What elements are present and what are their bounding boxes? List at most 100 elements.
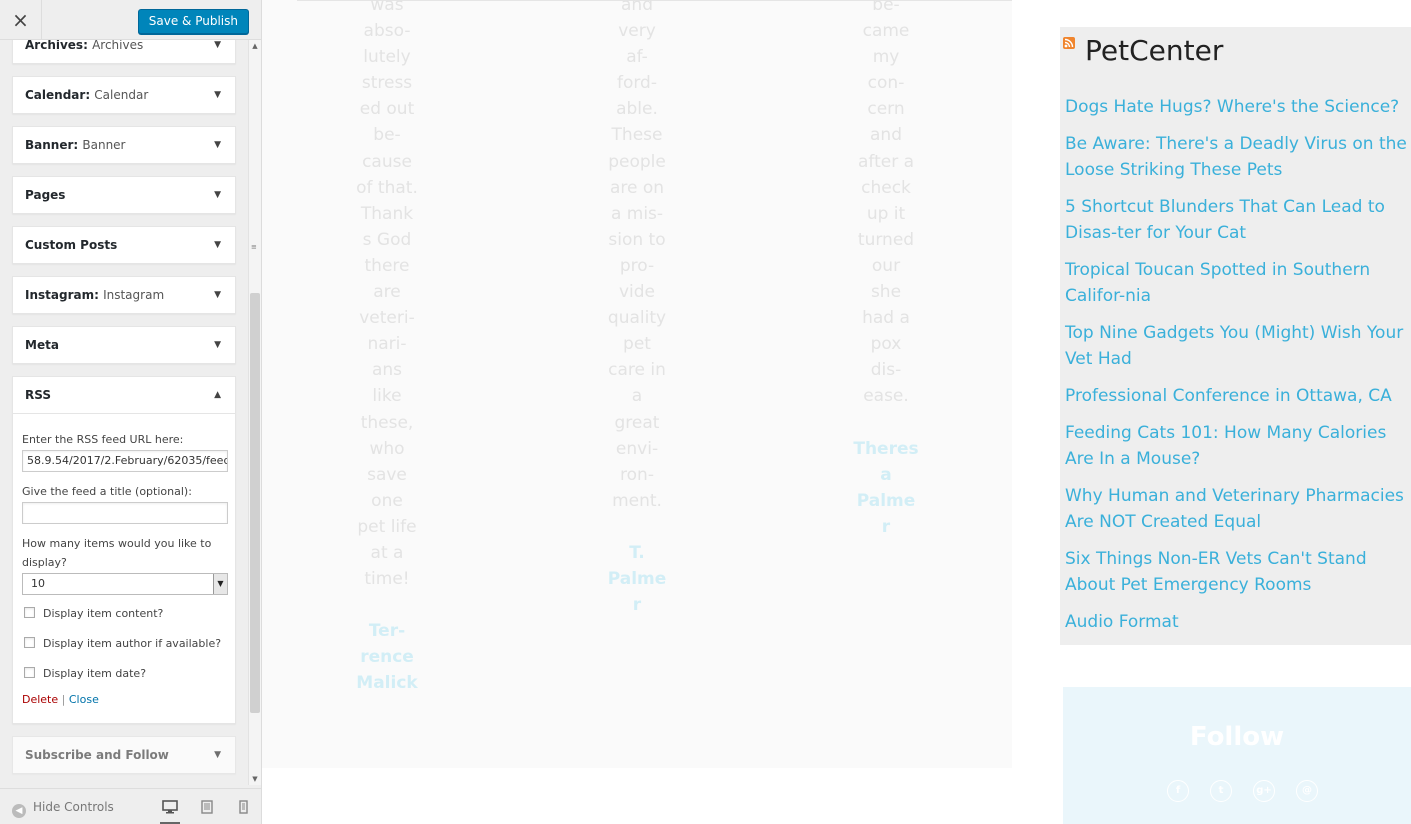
scroll-up-icon[interactable]: ▲ xyxy=(249,42,261,50)
feed-title-input[interactable] xyxy=(22,502,228,524)
follow-section: Follow f t g+ @ xyxy=(1063,687,1411,824)
testimonial-text-line: quality xyxy=(607,308,667,329)
testimonial-author[interactable]: a xyxy=(853,462,919,488)
email-icon[interactable]: @ xyxy=(1296,780,1318,802)
item-date-checkbox[interactable] xyxy=(24,667,35,678)
widget-banner[interactable]: Banner: Banner ▼ xyxy=(12,126,236,164)
widget-calendar[interactable]: Calendar: Calendar ▼ xyxy=(12,76,236,114)
desktop-preview-button[interactable] xyxy=(160,789,180,824)
widget-title: Meta xyxy=(25,338,59,352)
close-widget-link[interactable]: Close xyxy=(69,693,99,706)
widget-meta[interactable]: Meta ▼ xyxy=(12,326,236,364)
chevron-down-icon[interactable]: ▼ xyxy=(214,77,221,114)
testimonial-text-line: who xyxy=(369,438,405,459)
rss-item-link[interactable]: Professional Conference in Ottawa, CA xyxy=(1065,383,1411,409)
rss-item-link[interactable]: Feeding Cats 101: How Many Calories Are … xyxy=(1065,420,1411,472)
option-item-date[interactable]: Display item date? xyxy=(22,659,226,689)
testimonial-text-line: time! xyxy=(364,569,410,590)
testimonial-text-line: ed out xyxy=(359,99,415,120)
chevron-down-icon[interactable]: ▼ xyxy=(214,327,221,364)
rss-item-link[interactable]: Audio Format xyxy=(1065,609,1411,635)
facebook-icon[interactable]: f xyxy=(1167,780,1189,802)
testimonial-author[interactable]: rence xyxy=(354,644,420,670)
item-content-label: Display item content? xyxy=(43,607,164,620)
testimonial-text-line: a xyxy=(631,386,643,407)
follow-title: Follow xyxy=(1189,722,1285,752)
widget-subscribe-follow[interactable]: Subscribe and Follow ▼ xyxy=(12,736,236,774)
rss-url-input[interactable]: 58.9.54/2017/2.February/62035/feed xyxy=(22,450,228,472)
hide-controls-label: Hide Controls xyxy=(33,800,114,814)
option-item-content[interactable]: Display item content? xyxy=(22,599,226,629)
hide-controls-button[interactable]: ◀ Hide Controls xyxy=(12,789,114,824)
save-publish-button[interactable]: Save & Publish xyxy=(137,9,249,34)
chevron-down-icon[interactable]: ▼ xyxy=(214,277,221,314)
testimonial-card: and very af-ford-able. These people are on a m… xyxy=(604,0,670,618)
testimonial-card: was abso-lutely stress ed out be-cause of tha… xyxy=(354,0,420,697)
scrollbar-thumb[interactable] xyxy=(250,293,260,713)
testimonial-author[interactable]: Theres xyxy=(853,436,919,462)
dropdown-arrow-icon[interactable]: ▼ xyxy=(213,574,227,594)
tablet-preview-button[interactable] xyxy=(197,789,217,824)
item-author-label: Display item author if available? xyxy=(43,637,222,650)
widget-title: Subscribe and Follow xyxy=(25,748,169,762)
scroll-down-icon[interactable]: ▼ xyxy=(249,775,261,783)
testimonial-author[interactable]: r xyxy=(604,592,670,618)
testimonial-text-line: vide xyxy=(618,282,656,303)
widget-custom-posts[interactable]: Custom Posts ▼ xyxy=(12,226,236,264)
testimonial-text-line: pro- xyxy=(619,255,655,276)
testimonial-text-line: and xyxy=(621,0,653,15)
widget-instagram[interactable]: Instagram: Instagram ▼ xyxy=(12,276,236,314)
testimonial-text-line: envi- xyxy=(615,438,659,459)
rss-item-link[interactable]: 5 Shortcut Blunders That Can Lead to Dis… xyxy=(1065,194,1411,246)
testimonial-text-line: pet xyxy=(623,334,651,355)
sidebar-scrollbar[interactable]: ▲ ≡ ▼ xyxy=(248,40,261,785)
testimonial-author[interactable]: Malick xyxy=(354,670,420,696)
tablet-icon xyxy=(201,800,213,814)
rss-icon[interactable] xyxy=(1063,37,1075,49)
customizer-sidebar: × Save & Publish Archives: Archives ▼ Ca… xyxy=(0,0,262,824)
testimonial-text-line: abso- xyxy=(363,21,411,42)
rss-item-link[interactable]: Dogs Hate Hugs? Where's the Science? xyxy=(1065,94,1411,120)
rss-item-list: Dogs Hate Hugs? Where's the Science? Be A… xyxy=(1065,94,1411,646)
chevron-down-icon[interactable]: ▼ xyxy=(214,127,221,164)
rss-item-link[interactable]: Be Aware: There's a Deadly Virus on the … xyxy=(1065,131,1411,183)
rss-item-link[interactable]: Top Nine Gadgets You (Might) Wish Your V… xyxy=(1065,320,1411,372)
delete-widget-link[interactable]: Delete xyxy=(22,693,58,706)
widget-pages[interactable]: Pages ▼ xyxy=(12,176,236,214)
widget-title: RSS xyxy=(25,388,51,402)
testimonial-author[interactable]: Ter- xyxy=(354,618,420,644)
item-author-checkbox[interactable] xyxy=(24,637,35,648)
rss-widget-title[interactable]: PetCenter xyxy=(1085,37,1223,65)
testimonial-text-line: are on xyxy=(609,177,665,198)
rss-item-link[interactable]: Six Things Non-ER Vets Can't Stand About… xyxy=(1065,546,1411,598)
testimonial-text-line: cern xyxy=(867,99,905,120)
rss-widget-header[interactable]: RSS ▲ xyxy=(13,377,235,414)
chevron-up-icon[interactable]: ▲ xyxy=(214,377,221,414)
testimonial-text-line: these, xyxy=(360,412,414,433)
mobile-icon xyxy=(238,800,248,814)
testimonial-author[interactable]: r xyxy=(853,514,919,540)
mobile-preview-button[interactable] xyxy=(233,789,253,824)
testimonials-section: was abso-lutely stress ed out be-cause of tha… xyxy=(262,0,1012,768)
items-count-select[interactable]: 10 ▼ xyxy=(22,573,228,595)
close-customizer-button[interactable]: × xyxy=(0,0,42,40)
testimonial-text-line: con- xyxy=(867,73,905,94)
testimonial-author[interactable]: T. xyxy=(604,540,670,566)
site-preview: was abso-lutely stress ed out be-cause of tha… xyxy=(262,0,1411,824)
testimonial-author[interactable]: Palme xyxy=(853,488,919,514)
rss-url-label: Enter the RSS feed URL here: xyxy=(22,433,184,446)
item-content-checkbox[interactable] xyxy=(24,607,35,618)
option-item-author[interactable]: Display item author if available? xyxy=(22,629,226,659)
widget-rss: RSS ▲ Enter the RSS feed URL here: 58.9.… xyxy=(12,376,236,724)
testimonial-text-line: and xyxy=(870,125,902,146)
rss-item-link[interactable]: Tropical Toucan Spotted in Southern Cali… xyxy=(1065,257,1411,309)
twitter-icon[interactable]: t xyxy=(1210,780,1232,802)
chevron-down-icon[interactable]: ▼ xyxy=(214,737,221,774)
testimonial-author[interactable]: Palme xyxy=(604,566,670,592)
google-plus-icon[interactable]: g+ xyxy=(1253,780,1275,802)
chevron-down-icon[interactable]: ▼ xyxy=(214,177,221,214)
chevron-down-icon[interactable]: ▼ xyxy=(214,227,221,264)
rss-item-link[interactable]: Why Human and Veterinary Pharmacies Are … xyxy=(1065,483,1411,535)
